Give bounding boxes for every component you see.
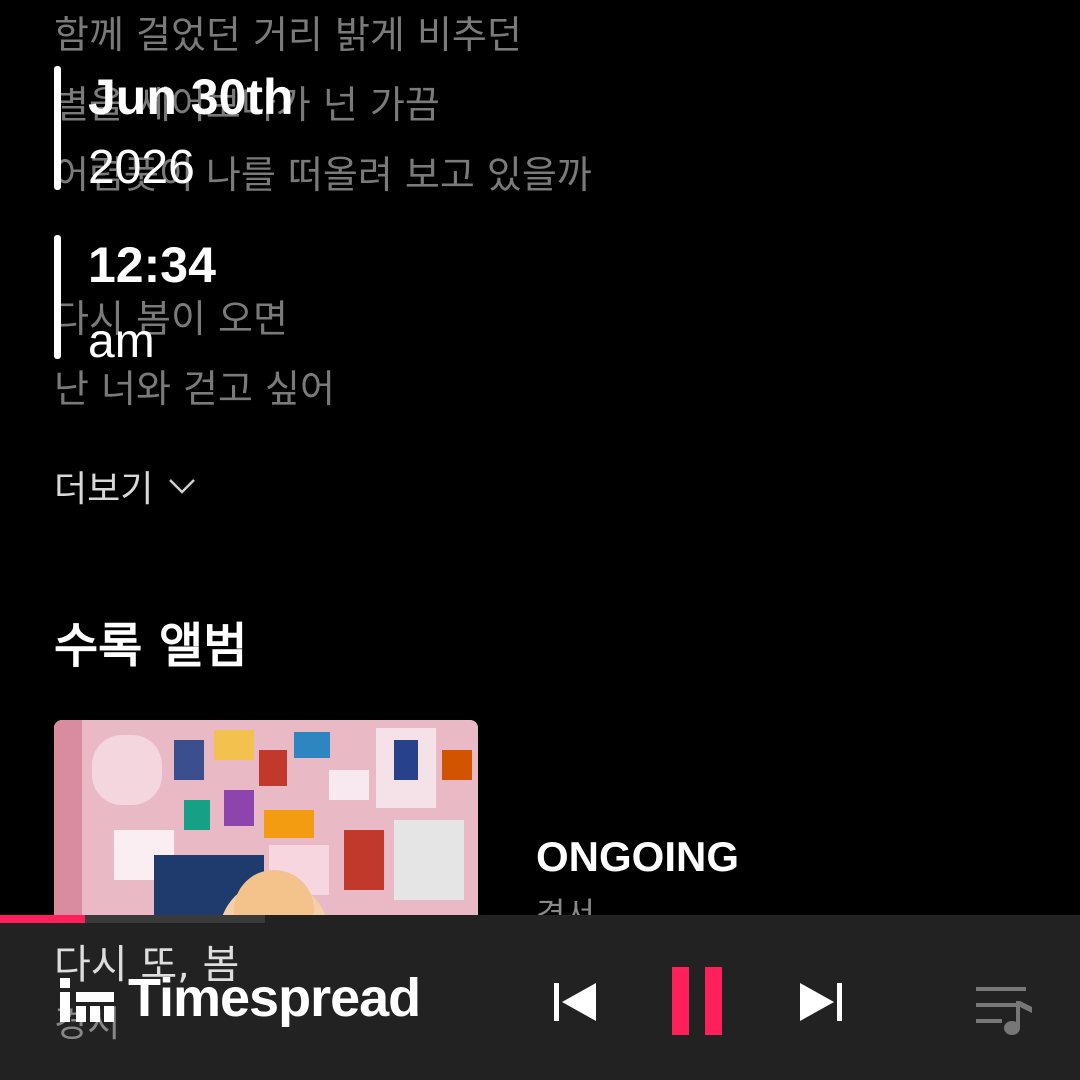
lyric-line: 난 너와 걷고 싶어 — [54, 367, 335, 411]
album-title[interactable]: ONGOING — [536, 836, 739, 878]
album-art-image — [54, 720, 478, 935]
progress-fill — [0, 915, 85, 923]
pause-button[interactable] — [670, 965, 724, 1041]
time-bar-indicator — [54, 235, 61, 359]
watermark-text: Timespread — [128, 968, 421, 1028]
mini-player[interactable]: 다시 또, 봄 경서 Timespread — [0, 915, 1080, 1080]
more-label: 더보기 — [54, 469, 154, 510]
timespread-logo-icon — [60, 978, 114, 1022]
section-title: 수록 앨범 — [54, 618, 248, 674]
date-bar-indicator — [54, 66, 61, 190]
ampm-label: am — [88, 315, 155, 368]
progress-track[interactable] — [0, 915, 265, 923]
lyric-line: 함께 걸었던 거리 밝게 비추던 — [54, 13, 522, 57]
previous-icon — [554, 983, 596, 1021]
date-label: Jun 30th — [88, 69, 294, 125]
playlist-icon — [976, 987, 1032, 1035]
next-icon — [800, 983, 842, 1021]
playlist-button[interactable] — [974, 983, 1036, 1041]
previous-button[interactable] — [552, 981, 598, 1027]
more-button[interactable]: 더보기 — [54, 460, 197, 512]
year-label: 2026 — [88, 141, 195, 194]
time-label: 12:34 — [88, 237, 216, 293]
pause-icon — [672, 967, 722, 1035]
chevron-down-icon — [169, 479, 196, 494]
album-cover[interactable] — [54, 720, 478, 935]
watermark: Timespread — [58, 968, 421, 1028]
screen: 함께 걸었던 거리 밝게 비추던 별을 세어보다가 넌 가끔 어렴풋이 나를 떠… — [0, 0, 1080, 1080]
next-button[interactable] — [798, 981, 844, 1027]
